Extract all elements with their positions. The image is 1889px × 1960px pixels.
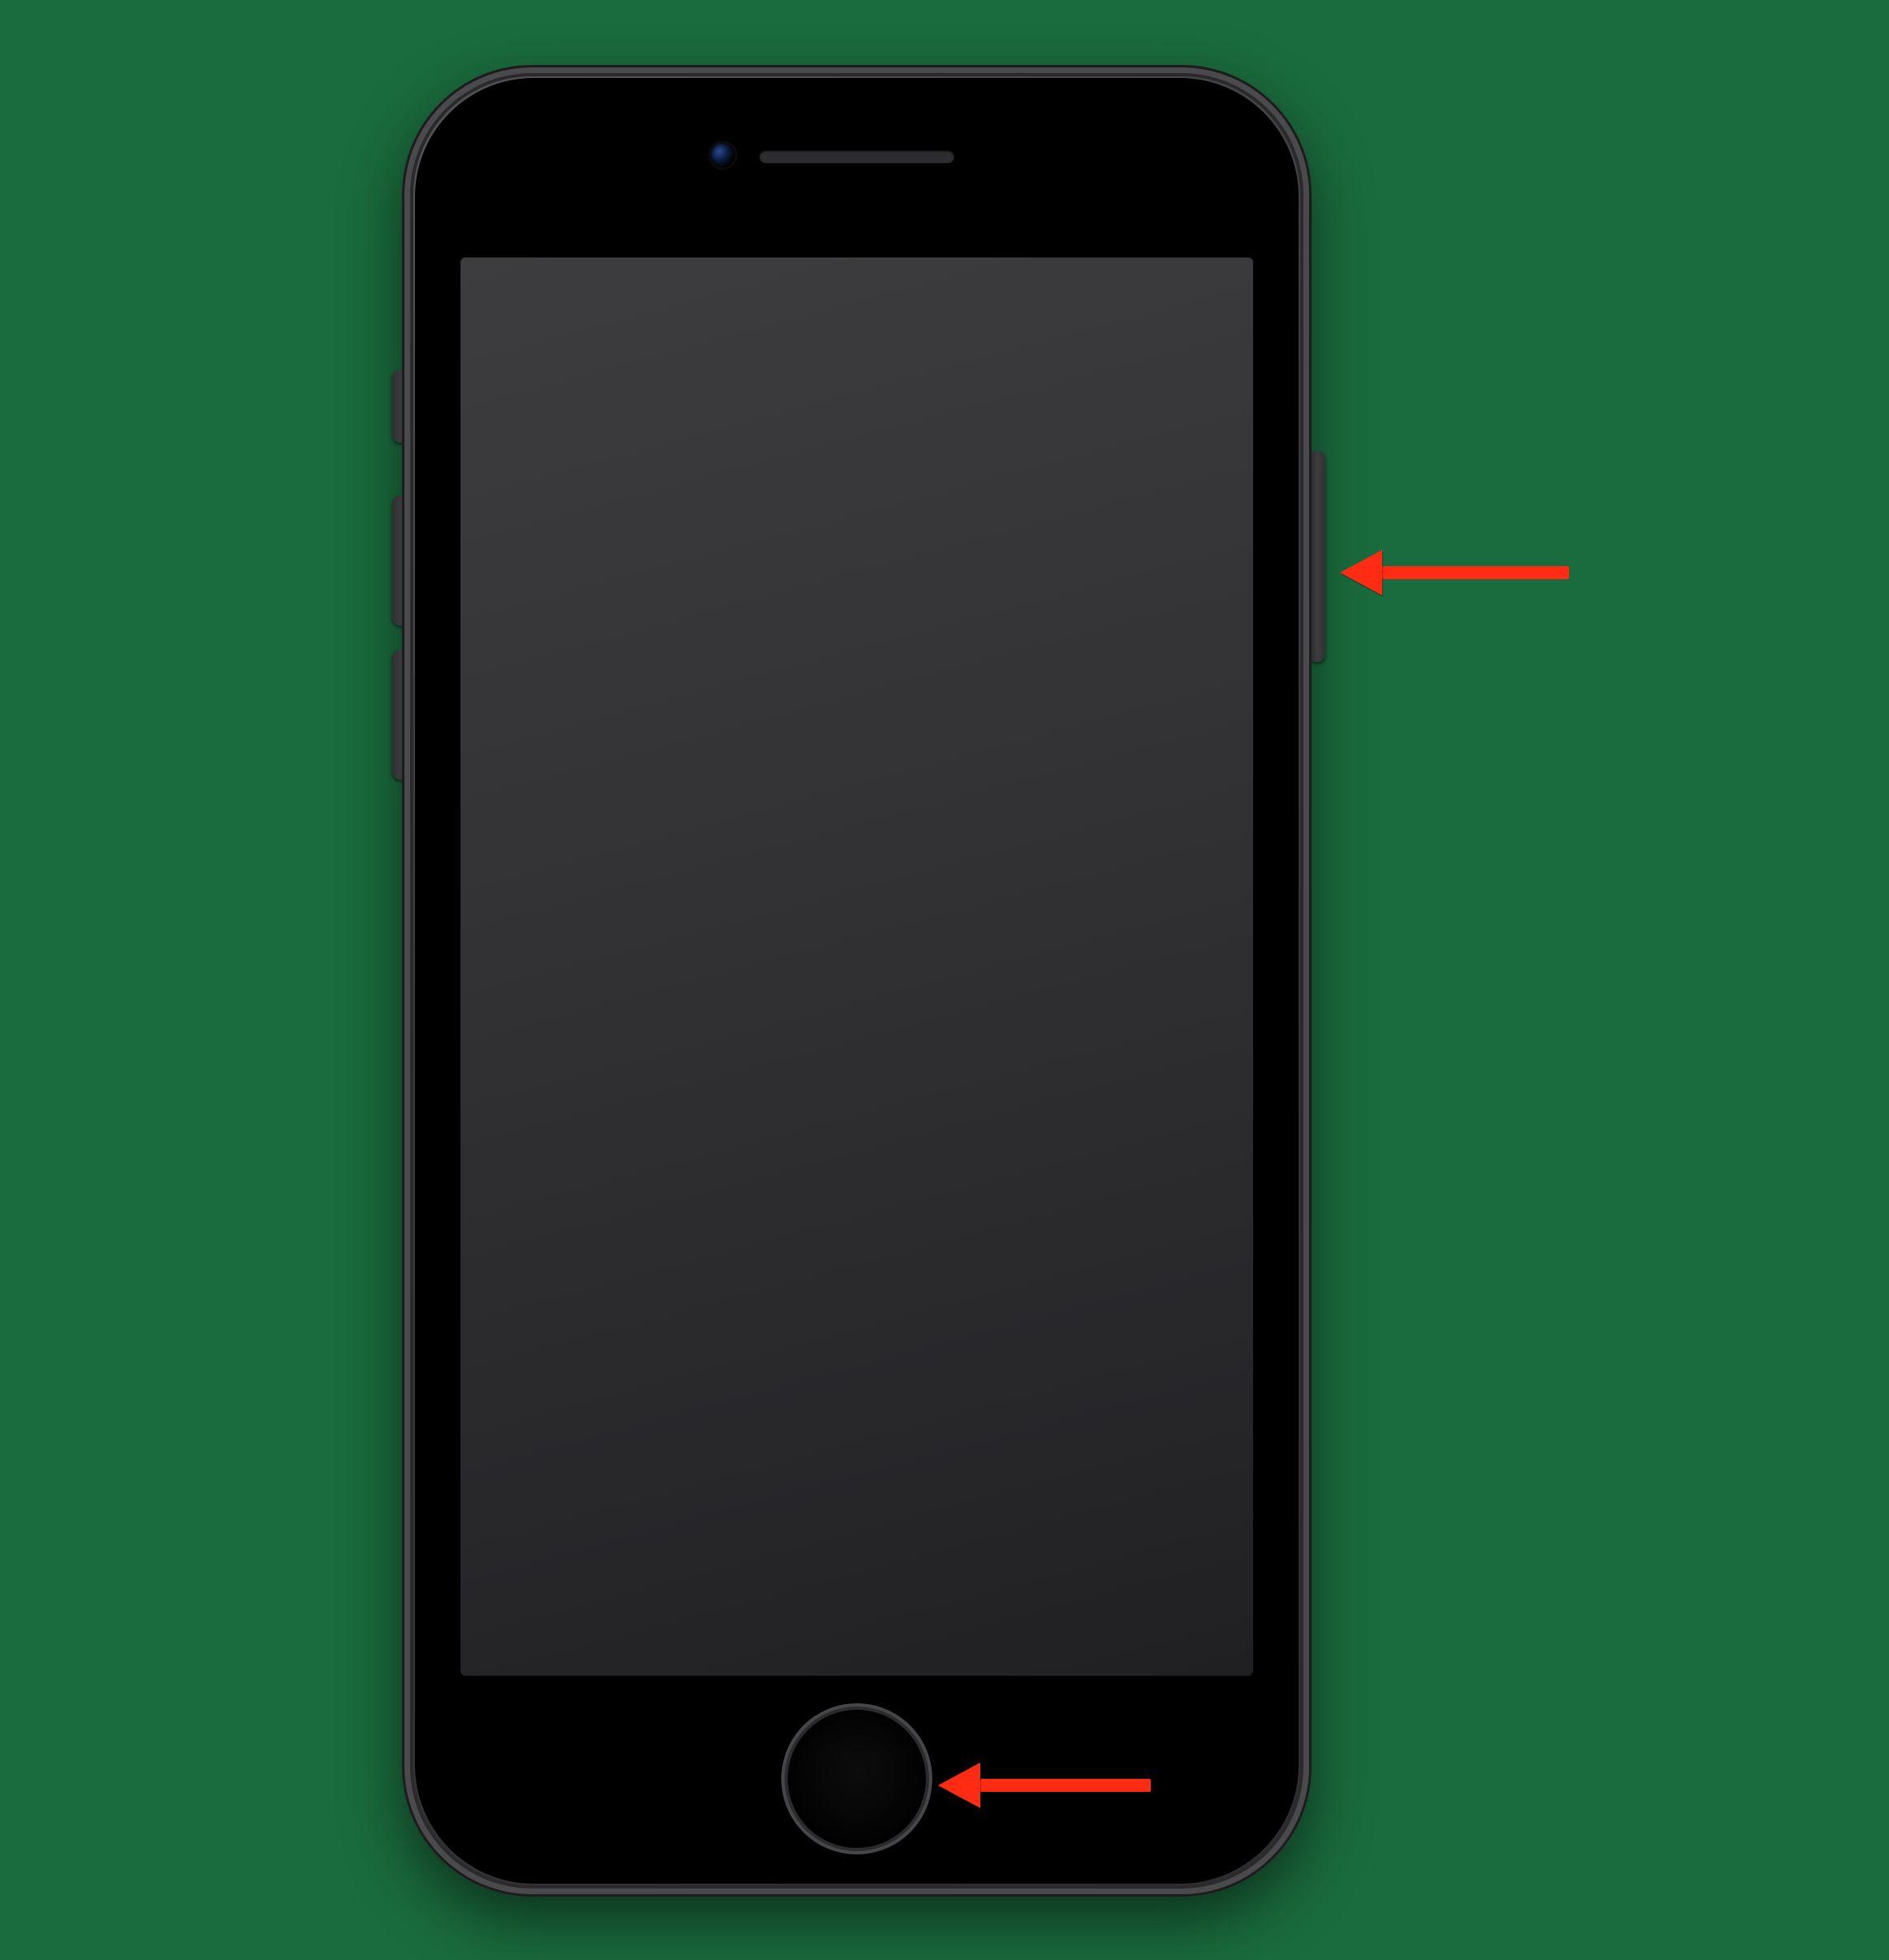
front-camera-icon: Front camera [711, 143, 735, 167]
side-button[interactable]: Side button [1309, 451, 1325, 662]
earpiece-speaker-icon: Earpiece speaker [759, 150, 954, 163]
arrow-side-button-icon: Side button [1340, 550, 1569, 595]
diagram-stage: Ring/Silent switch Volume Up Volume Down… [0, 0, 1889, 1960]
device-screen[interactable]: Display [459, 256, 1255, 1677]
phone-body: Front camera Earpiece speaker Display Ho… [402, 65, 1312, 1897]
home-button[interactable]: Home button [788, 1710, 926, 1848]
